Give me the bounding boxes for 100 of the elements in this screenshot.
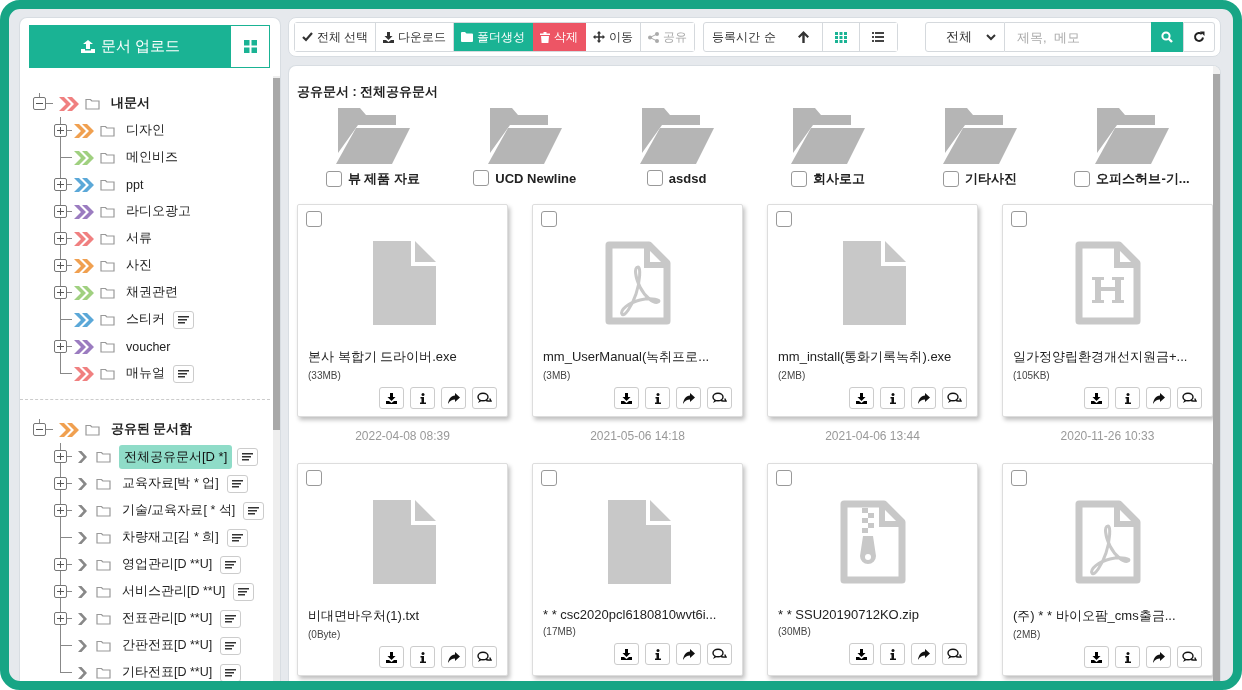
checkbox[interactable] bbox=[1011, 211, 1027, 227]
expand-toggle[interactable] bbox=[53, 178, 67, 191]
refresh-button[interactable] bbox=[1183, 22, 1215, 52]
checkbox[interactable] bbox=[541, 211, 557, 227]
tree-item[interactable]: ppt bbox=[123, 175, 147, 194]
tree-item[interactable]: 디자인 bbox=[123, 120, 168, 141]
folder-name[interactable]: 오피스허브-기... bbox=[1096, 170, 1190, 188]
expand-toggle[interactable] bbox=[53, 450, 67, 463]
checkbox[interactable] bbox=[473, 170, 490, 186]
share-button[interactable] bbox=[676, 643, 701, 665]
tree-item[interactable]: 서비스관리[D **U] bbox=[119, 581, 229, 602]
tree-item[interactable]: 스티커 bbox=[123, 309, 168, 330]
tree-item[interactable]: 채권관련 bbox=[123, 282, 181, 303]
expand-toggle[interactable] bbox=[53, 558, 67, 571]
folder-name[interactable]: asdsd bbox=[668, 170, 707, 186]
comment-button[interactable] bbox=[1177, 387, 1202, 409]
info-button[interactable] bbox=[645, 643, 670, 665]
download-button[interactable] bbox=[614, 387, 639, 409]
memo-button[interactable] bbox=[226, 528, 248, 547]
download-button[interactable] bbox=[379, 646, 404, 668]
download-button[interactable] bbox=[849, 387, 874, 409]
tree-item[interactable]: 라디오광고 bbox=[123, 201, 194, 222]
checkbox[interactable] bbox=[776, 211, 792, 227]
expand-toggle[interactable] bbox=[53, 286, 67, 299]
memo-button[interactable] bbox=[243, 501, 265, 520]
comment-button[interactable] bbox=[472, 387, 497, 409]
checkbox[interactable] bbox=[943, 171, 960, 187]
expand-toggle[interactable] bbox=[53, 585, 67, 598]
tree-item[interactable]: 교육자료[박 * 업] bbox=[119, 473, 222, 494]
tree-item[interactable]: 차량재고[김 * 희] bbox=[119, 527, 222, 548]
share-button[interactable] bbox=[1146, 646, 1171, 668]
folder-name[interactable]: UCD Newline bbox=[495, 170, 577, 186]
info-button[interactable] bbox=[410, 387, 435, 409]
share-button[interactable] bbox=[441, 387, 466, 409]
memo-button[interactable] bbox=[220, 636, 242, 655]
memo-button[interactable] bbox=[226, 474, 248, 493]
checkbox[interactable] bbox=[325, 171, 342, 187]
tree-item[interactable]: 공유된 문서함 bbox=[108, 419, 196, 440]
share-button[interactable] bbox=[676, 387, 701, 409]
file-card[interactable]: (주) * * 바이오팜_cms출금... (2MB) bbox=[1002, 463, 1213, 676]
scrollbar[interactable] bbox=[273, 76, 280, 681]
toolbar-button[interactable]: 전체 선택 bbox=[295, 23, 377, 51]
tree-item[interactable]: 사진 bbox=[123, 255, 155, 276]
checkbox[interactable] bbox=[306, 211, 322, 227]
download-button[interactable] bbox=[1084, 387, 1109, 409]
expand-toggle[interactable] bbox=[53, 205, 67, 218]
tree-item[interactable]: 간판전표[D **U] bbox=[119, 635, 216, 656]
folder-name[interactable]: 뷰 제품 자료 bbox=[347, 170, 421, 188]
info-button[interactable] bbox=[645, 387, 670, 409]
memo-button[interactable] bbox=[233, 582, 255, 601]
comment-button[interactable] bbox=[942, 643, 967, 665]
info-button[interactable] bbox=[1115, 387, 1140, 409]
share-button[interactable] bbox=[911, 643, 936, 665]
download-button[interactable] bbox=[379, 387, 404, 409]
comment-button[interactable] bbox=[707, 387, 732, 409]
tree-item[interactable]: 전표관리[D **U] bbox=[119, 608, 216, 629]
checkbox[interactable] bbox=[541, 470, 557, 486]
expand-toggle[interactable] bbox=[53, 477, 67, 490]
memo-button[interactable] bbox=[220, 609, 242, 628]
search-field[interactable]: 제목, 메모 bbox=[1005, 22, 1151, 52]
memo-button[interactable] bbox=[173, 364, 194, 383]
comment-button[interactable] bbox=[1177, 646, 1202, 668]
info-button[interactable] bbox=[1115, 646, 1140, 668]
scope-select[interactable]: 전체 bbox=[925, 22, 1005, 52]
checkbox[interactable] bbox=[776, 470, 792, 486]
download-button[interactable] bbox=[1084, 646, 1109, 668]
tree-item[interactable]: 내문서 bbox=[108, 93, 153, 114]
share-button[interactable] bbox=[1146, 387, 1171, 409]
file-card[interactable]: mm_install(통화기록녹취).exe (2MB) bbox=[767, 204, 978, 417]
file-card[interactable]: 본사 복합기 드라이버.exe (33MB) bbox=[297, 204, 508, 417]
tree-item[interactable]: 매뉴얼 bbox=[123, 363, 168, 384]
tree-item[interactable]: 메인비즈 bbox=[123, 147, 181, 168]
folder-name[interactable]: 회사로고 bbox=[813, 170, 866, 188]
download-button[interactable] bbox=[614, 643, 639, 665]
expand-toggle[interactable] bbox=[53, 504, 67, 517]
checkbox[interactable] bbox=[791, 171, 808, 187]
file-card[interactable]: mm_UserManual(녹취프로... (3MB) bbox=[532, 204, 743, 417]
info-button[interactable] bbox=[880, 643, 905, 665]
expand-toggle[interactable] bbox=[33, 97, 46, 110]
memo-button[interactable] bbox=[237, 447, 259, 466]
file-card[interactable]: 일가정양립환경개선지원금+... (105KB) bbox=[1002, 204, 1213, 417]
expand-toggle[interactable] bbox=[53, 259, 67, 272]
comment-button[interactable] bbox=[472, 646, 497, 668]
comment-button[interactable] bbox=[942, 387, 967, 409]
tree-item[interactable]: 서류 bbox=[123, 228, 155, 249]
file-card[interactable]: * * csc2020pcl6180810wvt6i... (17MB) bbox=[532, 463, 743, 676]
expand-toggle[interactable] bbox=[53, 340, 67, 353]
expand-toggle[interactable] bbox=[53, 124, 67, 137]
memo-button[interactable] bbox=[220, 663, 242, 681]
tree-item[interactable]: voucher bbox=[123, 337, 174, 356]
memo-button[interactable] bbox=[220, 555, 242, 574]
info-button[interactable] bbox=[880, 387, 905, 409]
expand-toggle[interactable] bbox=[33, 423, 46, 436]
tree-item[interactable]: 기타전표[D **U] bbox=[119, 662, 216, 681]
file-card[interactable]: 비대면바우처(1).txt (0Byte) bbox=[297, 463, 508, 676]
share-button[interactable] bbox=[911, 387, 936, 409]
checkbox[interactable] bbox=[1074, 171, 1091, 187]
folder-name[interactable]: 기타사진 bbox=[965, 170, 1018, 188]
info-button[interactable] bbox=[410, 646, 435, 668]
tree-item[interactable]: 기술/교육자료[ * 석] bbox=[119, 500, 239, 521]
